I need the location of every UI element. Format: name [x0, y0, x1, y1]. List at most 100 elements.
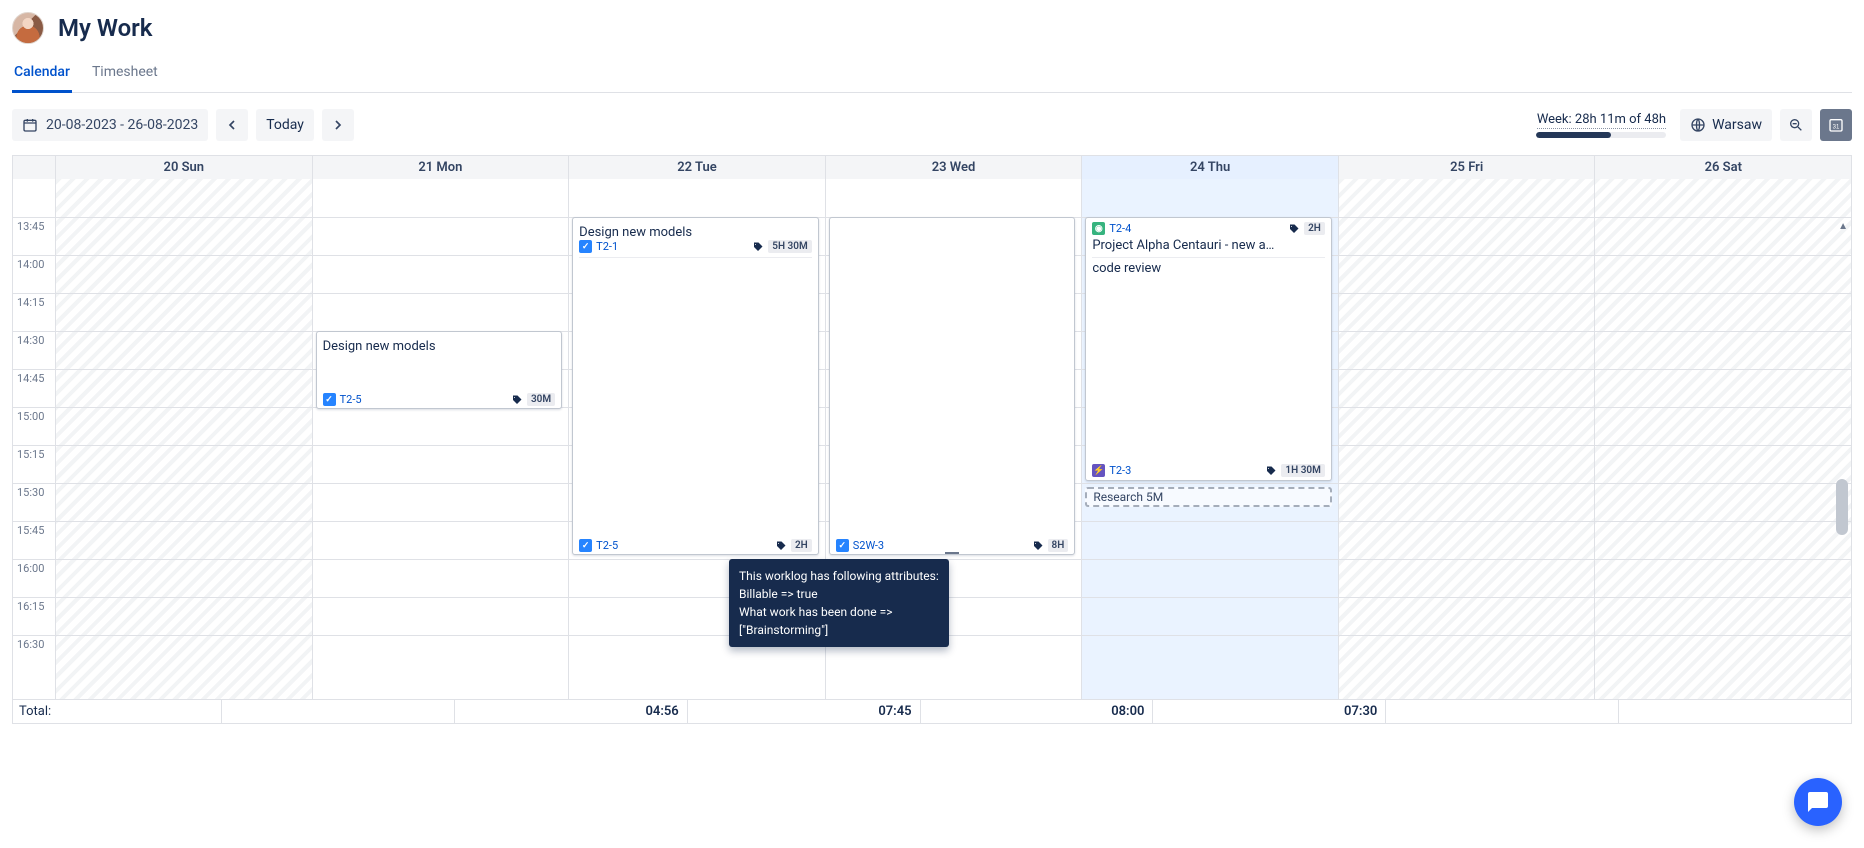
event-duration: 8H: [1048, 539, 1069, 552]
day-header-fri[interactable]: 25 Fri: [1338, 156, 1595, 179]
day-header-sun[interactable]: 20 Sun: [55, 156, 312, 179]
tag-icon: [1032, 540, 1044, 552]
tab-timesheet[interactable]: Timesheet: [90, 58, 160, 92]
issue-key: T2-3: [1109, 464, 1131, 477]
issue-key: T2-5: [340, 393, 362, 406]
globe-icon: [1690, 117, 1706, 133]
page-title: My Work: [58, 14, 152, 42]
total-tue: 07:45: [687, 700, 920, 723]
totals-row: Total: 04:56 07:45 08:00 07:30: [13, 699, 1851, 723]
day-header-mon[interactable]: 21 Mon: [312, 156, 569, 179]
help-chat-button[interactable]: [1794, 778, 1842, 826]
worklog-event[interactable]: ✓ S2W-3 8H: [829, 217, 1076, 555]
worklog-event[interactable]: ✓T2-1 5H 30M Design new models ✓T2-5 2H: [572, 217, 819, 555]
chat-icon: [1806, 790, 1830, 814]
calendar: 20 Sun 21 Mon 22 Tue 23 Wed 24 Thu 25 Fr…: [12, 155, 1852, 724]
day-column-mon[interactable]: Design new models ✓ T2-5 30M: [312, 179, 569, 699]
week-progress-bar: [1536, 132, 1666, 138]
day-header-tue[interactable]: 22 Tue: [568, 156, 825, 179]
event-subtitle: code review: [1092, 261, 1325, 276]
total-fri: [1385, 700, 1618, 723]
timezone-label: Warsaw: [1712, 117, 1762, 133]
issue-key: T2-1: [596, 240, 618, 253]
prev-week-button[interactable]: [216, 109, 248, 141]
timezone-button[interactable]: Warsaw: [1680, 109, 1772, 141]
chevron-left-icon: [224, 117, 240, 133]
tag-icon: [775, 540, 787, 552]
time-slot: 14:15: [13, 293, 55, 331]
zoom-out-icon: [1788, 117, 1804, 133]
event-duration: 2H: [791, 539, 812, 552]
issue-key: T2-4: [1109, 222, 1131, 235]
tag-icon: [1288, 223, 1300, 235]
day-column-thu[interactable]: ◉ T2-4 2H Project Alpha Centauri - new a……: [1081, 179, 1338, 699]
time-slot: 14:45: [13, 369, 55, 407]
calendar-icon: [22, 117, 38, 133]
time-slot: 15:15: [13, 445, 55, 483]
event-duration: 30M: [527, 393, 555, 406]
time-slot: 15:00: [13, 407, 55, 445]
week-summary: Week: 28h 11m of 48h: [1536, 112, 1666, 138]
calendar-31-icon: 31: [1828, 117, 1844, 133]
date-range-label: 20-08-2023 - 26-08-2023: [46, 117, 198, 133]
time-slot: 16:30: [13, 635, 55, 673]
epic-icon: ⚡: [1092, 464, 1105, 477]
time-slot: 14:00: [13, 255, 55, 293]
tooltip-line: ["Brainstorming"]: [739, 621, 939, 639]
total-label: Total:: [13, 700, 221, 723]
day-column-fri[interactable]: [1338, 179, 1595, 699]
worklog-draft[interactable]: Research 5M: [1085, 487, 1332, 507]
total-thu: 07:30: [1152, 700, 1385, 723]
event-duration: 1H 30M: [1281, 464, 1324, 477]
story-icon: ◉: [1092, 222, 1105, 235]
day-column-sun[interactable]: [55, 179, 312, 699]
scroll-up-arrow[interactable]: ▲: [1838, 221, 1848, 232]
week-summary-label: Week: 28h 11m of 48h: [1537, 112, 1666, 129]
time-slot: 13:45: [13, 217, 55, 255]
task-icon: ✓: [323, 393, 336, 406]
worklog-tooltip: This worklog has following attributes: B…: [729, 559, 949, 647]
tag-icon: [511, 394, 523, 406]
event-title: Design new models: [579, 225, 812, 240]
total-sun: [221, 700, 454, 723]
tab-calendar[interactable]: Calendar: [12, 58, 72, 93]
tag-icon: [1265, 465, 1277, 477]
event-duration: 5H 30M: [768, 240, 811, 253]
issue-key: S2W-3: [853, 539, 884, 552]
total-mon: 04:56: [454, 700, 687, 723]
day-header-wed[interactable]: 23 Wed: [825, 156, 1082, 179]
user-avatar[interactable]: [12, 12, 44, 44]
day-header-thu[interactable]: 24 Thu: [1081, 156, 1338, 179]
next-week-button[interactable]: [322, 109, 354, 141]
day-header-sat[interactable]: 26 Sat: [1594, 156, 1851, 179]
resize-handle[interactable]: [945, 552, 959, 555]
event-title: Design new models: [323, 339, 556, 354]
event-duration: 2H: [1304, 222, 1325, 235]
time-slot: 16:15: [13, 597, 55, 635]
day-column-sat[interactable]: [1594, 179, 1851, 699]
tag-icon: [752, 241, 764, 253]
jump-to-date-button[interactable]: 31: [1820, 109, 1852, 141]
time-slot: 14:30: [13, 331, 55, 369]
task-icon: ✓: [579, 539, 592, 552]
tooltip-line: This worklog has following attributes:: [739, 567, 939, 585]
time-slot: 16:00: [13, 559, 55, 597]
issue-key: T2-5: [596, 539, 618, 552]
worklog-event[interactable]: ◉ T2-4 2H Project Alpha Centauri - new a……: [1085, 217, 1332, 481]
today-button[interactable]: Today: [256, 109, 314, 141]
total-sat: [1618, 700, 1851, 723]
time-slot: 15:45: [13, 521, 55, 559]
time-slot: 15:30: [13, 483, 55, 521]
chevron-right-icon: [330, 117, 346, 133]
worklog-event[interactable]: Design new models ✓ T2-5 30M: [316, 331, 563, 409]
draft-label: Research 5M: [1093, 490, 1163, 504]
total-wed: 08:00: [920, 700, 1153, 723]
task-icon: ✓: [836, 539, 849, 552]
tooltip-line: What work has been done =>: [739, 603, 939, 621]
time-column: 13:45 14:00 14:15 14:30 14:45 15:00 15:1…: [13, 179, 55, 699]
event-title: Project Alpha Centauri - new a…: [1092, 238, 1325, 253]
scrollbar-thumb[interactable]: [1836, 479, 1848, 535]
svg-text:31: 31: [1833, 124, 1840, 130]
zoom-out-button[interactable]: [1780, 109, 1812, 141]
date-range-button[interactable]: 20-08-2023 - 26-08-2023: [12, 109, 208, 141]
